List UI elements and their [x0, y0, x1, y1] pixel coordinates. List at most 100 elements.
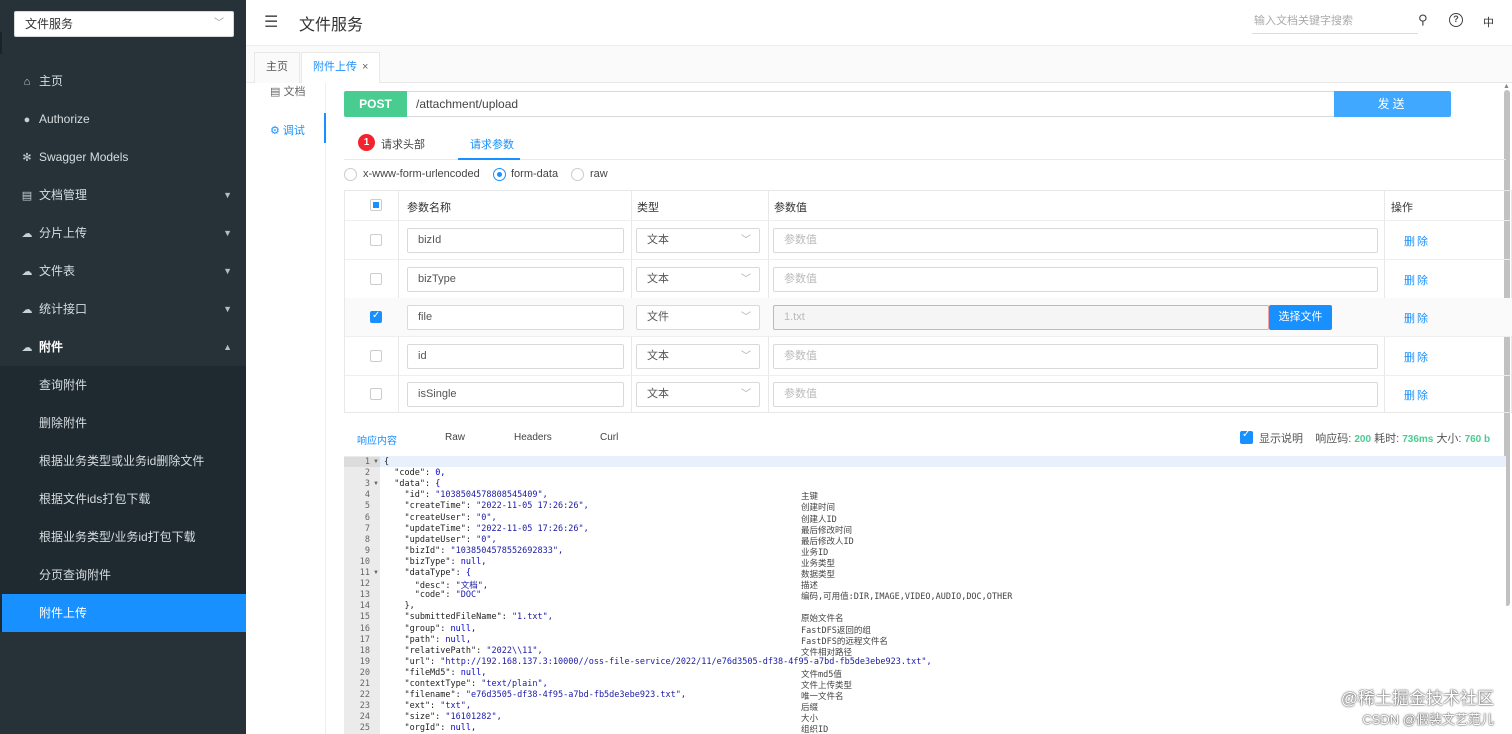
param-type-select[interactable]: 文件 ﹀: [636, 305, 760, 330]
code-line: "group": null,: [384, 623, 477, 634]
delete-row-button[interactable]: 删除: [1404, 272, 1430, 288]
param-name-input[interactable]: id: [407, 344, 624, 369]
param-name-input[interactable]: bizId: [407, 228, 624, 253]
radio-form-data[interactable]: [493, 168, 506, 181]
search-input[interactable]: 输入文档关键字搜索: [1252, 10, 1418, 34]
sidebar-item-swagger-models[interactable]: ✻ Swagger Models: [0, 138, 246, 176]
show-desc-checkbox[interactable]: [1240, 429, 1253, 444]
cloud-icon: ☁: [21, 342, 33, 354]
delete-row-button[interactable]: 删除: [1404, 310, 1430, 326]
line-number: 11: [359, 568, 370, 578]
code-line: "id": "1038504578808545409",: [384, 490, 548, 501]
fold-toggle-icon[interactable]: ▼: [373, 570, 379, 576]
http-method-badge: POST: [344, 91, 407, 117]
doc-group-select[interactable]: 文件服务 ﹀: [14, 11, 234, 37]
sidebar-item-home[interactable]: ⌂ 主页: [0, 62, 246, 100]
code-line: "filename": "e76d3505-df38-4f95-a7bd-fb5…: [384, 690, 686, 701]
code-line: "fileMd5": null,: [384, 667, 487, 678]
delete-row-button[interactable]: 删除: [1404, 387, 1430, 403]
submenu-item[interactable]: 根据文件ids打包下载: [0, 480, 246, 518]
choose-file-button[interactable]: 选择文件: [1269, 305, 1332, 330]
param-value-input[interactable]: 参数值: [773, 267, 1378, 292]
close-icon[interactable]: ×: [362, 61, 368, 73]
help-icon[interactable]: ?: [1449, 13, 1463, 27]
param-name-input[interactable]: file: [407, 305, 624, 330]
sidebar-item-file-table[interactable]: ☁ 文件表 ▼: [0, 252, 246, 290]
attachment-submenu: 查询附件 删除附件 根据业务类型或业务id删除文件 根据文件ids打包下载 根据…: [0, 366, 246, 632]
table-header-row: 参数名称 类型 参数值 操作: [345, 191, 1512, 221]
subnav-doc[interactable]: ▤ 文档: [270, 83, 305, 99]
line-number: 8: [364, 534, 370, 545]
radio-label: form-data: [511, 168, 559, 180]
fold-toggle-icon[interactable]: ▼: [373, 481, 379, 487]
submenu-item[interactable]: 根据业务类型或业务id删除文件: [0, 442, 246, 480]
page-title: 文件服务: [299, 17, 364, 34]
param-value-input[interactable]: 参数值: [773, 228, 1378, 253]
param-value-input[interactable]: 参数值: [773, 382, 1378, 407]
file-value-input[interactable]: 1.txt: [773, 305, 1269, 330]
param-type-value: 文本: [647, 273, 669, 285]
sidebar-item-authorize[interactable]: ● Authorize: [0, 100, 246, 138]
chevron-down-icon: ﹀: [741, 312, 751, 323]
scroll-up-icon[interactable]: ▲: [1503, 83, 1510, 90]
submenu-item[interactable]: 根据业务类型/业务id打包下载: [0, 518, 246, 556]
tab-home[interactable]: 主页: [254, 52, 300, 83]
tab-response-content[interactable]: 响应内容: [357, 432, 397, 447]
sidebar-item-doc-management[interactable]: ▤ 文档管理 ▼: [0, 176, 246, 214]
language-switch[interactable]: 中: [1483, 14, 1494, 30]
delete-row-button[interactable]: 删除: [1404, 349, 1430, 365]
tab-attachment-upload[interactable]: 附件上传 ×: [301, 52, 381, 83]
delete-row-button[interactable]: 删除: [1404, 233, 1430, 249]
fold-toggle-icon[interactable]: ▼: [373, 459, 379, 465]
line-number: 18: [359, 645, 370, 656]
param-value-input[interactable]: 参数值: [773, 344, 1378, 369]
sidebar-menu: ⌂ 主页 ● Authorize ✻ Swagger Models ▤ 文档管理 ▼ ☁…: [0, 62, 246, 632]
send-button[interactable]: 发送: [1334, 91, 1451, 117]
table-row: file 文件 ﹀ 1.txt 删除: [345, 298, 1512, 337]
submenu-item[interactable]: 删除附件: [0, 404, 246, 442]
debug-icon: ⚙: [270, 125, 283, 137]
param-type-select[interactable]: 文本 ﹀: [636, 267, 760, 292]
param-name-input[interactable]: bizType: [407, 267, 624, 292]
code-line: "bizId": "1038504578552692833",: [384, 545, 564, 556]
submenu-item[interactable]: 分页查询附件: [0, 556, 246, 594]
subnav-doc-label: 文档: [283, 86, 306, 98]
select-all-checkbox[interactable]: [370, 199, 382, 211]
param-type-select[interactable]: 文本 ﹀: [636, 382, 760, 407]
tab-response-headers[interactable]: Headers: [514, 432, 552, 443]
tab-request-params[interactable]: 请求参数: [470, 136, 514, 152]
submenu-item-label: 根据文件ids打包下载: [39, 492, 151, 506]
subnav-debug[interactable]: ⚙ 调试: [270, 122, 305, 138]
radio-urlencoded[interactable]: [344, 168, 357, 181]
column-header: 类型: [637, 202, 659, 214]
url-input[interactable]: /attachment/upload: [407, 91, 1335, 117]
line-number: 22: [359, 690, 370, 701]
submenu-item[interactable]: 查询附件: [0, 366, 246, 404]
sidebar-item-chunk-upload[interactable]: ☁ 分片上传 ▼: [0, 214, 246, 252]
row-checkbox[interactable]: [370, 350, 382, 362]
column-header: 操作: [1391, 202, 1413, 214]
chevron-down-icon: ▼: [223, 266, 232, 276]
search-icon[interactable]: ⚲: [1418, 12, 1428, 28]
row-checkbox[interactable]: [370, 234, 382, 246]
chevron-down-icon: ▼: [223, 228, 232, 238]
sidebar-item-stats[interactable]: ☁ 统计接口 ▼: [0, 290, 246, 328]
radio-raw[interactable]: [571, 168, 584, 181]
menu-collapse-icon[interactable]: ☰: [264, 12, 278, 32]
code-line: "createTime": "2022-11-05 17:26:26",: [384, 501, 589, 512]
tab-response-raw[interactable]: Raw: [445, 432, 465, 443]
param-type-select[interactable]: 文本 ﹀: [636, 344, 760, 369]
response-code-editor[interactable]: 1 ▼{2 "code": 0, 3 ▼ "data": {4 "id": "1038…: [344, 456, 1506, 734]
param-name-input[interactable]: isSingle: [407, 382, 624, 407]
sidebar-item-attachment[interactable]: ☁ 附件 ▲: [0, 328, 246, 366]
row-checkbox[interactable]: [370, 310, 382, 323]
doc-group-select-value: 文件服务: [25, 17, 74, 31]
status-code-label: 响应码:: [1315, 433, 1352, 445]
row-checkbox[interactable]: [370, 388, 382, 400]
active-line-highlight: [380, 456, 1506, 467]
row-checkbox[interactable]: [370, 273, 382, 285]
submenu-item-active[interactable]: 附件上传: [2, 594, 246, 632]
tab-response-curl[interactable]: Curl: [600, 432, 618, 443]
param-type-select[interactable]: 文本 ﹀: [636, 228, 760, 253]
tab-request-headers[interactable]: 请求头部: [381, 136, 425, 152]
